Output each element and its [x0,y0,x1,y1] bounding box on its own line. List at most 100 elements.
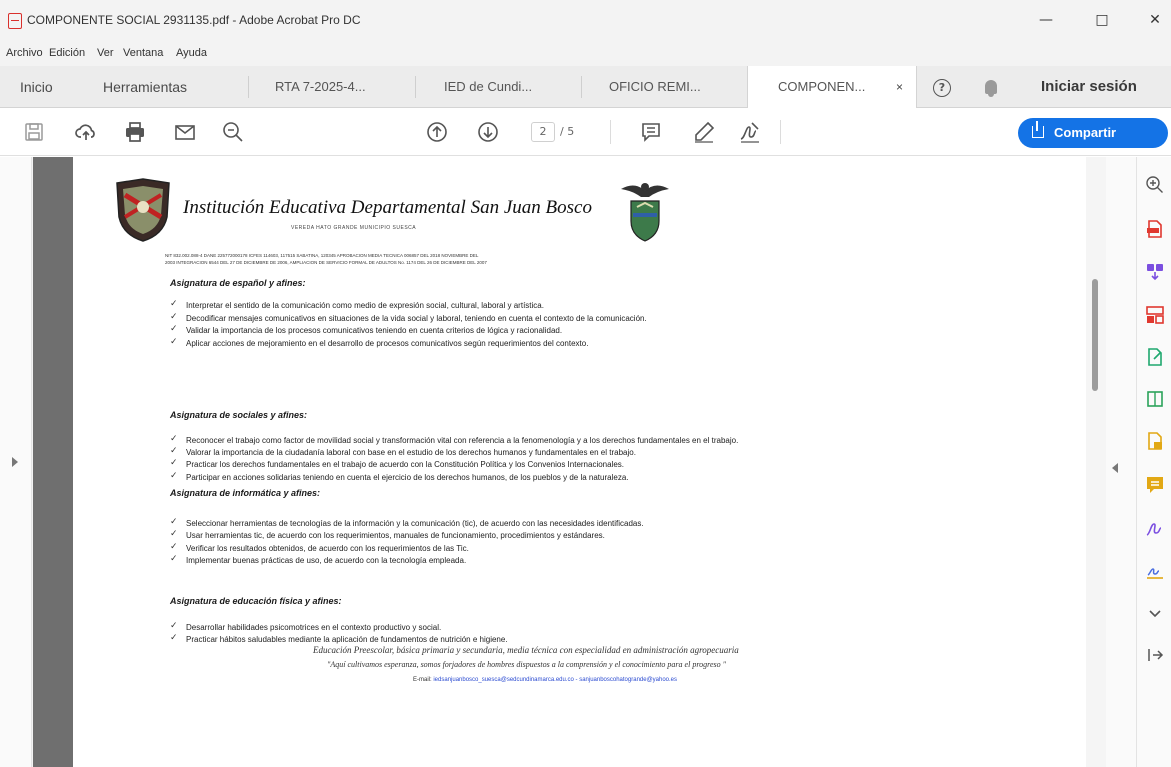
list-item: Usar herramientas tic, de acuerdo con lo… [186,531,605,540]
menu-ventana[interactable]: Ventana [123,47,163,59]
list-item: Participar en acciones solidarias tenien… [186,473,629,482]
vertical-scrollbar[interactable] [1086,157,1106,767]
institution-resolution-line-1: NIT 832.002.088-4 DANE 225772000178 ICFE… [165,253,479,258]
checkmark-icon: ✓ [170,312,178,322]
checkmark-icon: ✓ [170,324,178,334]
share-button-label: Compartir [1054,125,1117,140]
checkmark-icon: ✓ [170,517,178,527]
tab-doc-componente[interactable]: COMPONEN... × [747,66,917,109]
tab-divider [581,76,582,98]
tab-close-icon[interactable]: × [896,66,903,108]
tab-doc-componente-label: COMPONEN... [778,79,866,94]
print-icon[interactable] [123,120,147,144]
menu-bar: Archivo Edición Ver Ventana Ayuda [0,40,1171,66]
list-item: Reconocer el trabajo como factor de movi… [186,436,739,445]
tab-doc-oficio[interactable]: OFICIO REMI... [609,66,701,108]
sign-icon[interactable] [738,120,762,144]
protect-pdf-icon[interactable] [1145,431,1165,451]
list-item: Aplicar acciones de mejoramiento en el d… [186,339,589,348]
window-title: COMPONENTE SOCIAL 2931135.pdf - Adobe Ac… [27,13,361,27]
expand-left-panel-icon[interactable] [12,457,18,467]
institution-resolution-line-2: 2003 INTEGRACION 6544 DEL 27 DE DICIEMBR… [165,260,487,265]
cloud-upload-icon[interactable] [74,120,98,144]
comment-icon[interactable] [639,120,663,144]
email-icon[interactable] [173,120,197,144]
left-panel-collapsed[interactable] [0,157,32,767]
page-number-input[interactable]: 2 [531,122,555,142]
eagle-crest-logo [621,183,669,242]
share-icon [1032,121,1044,138]
institution-shield-logo [116,178,170,242]
share-button[interactable]: Compartir [1018,118,1168,148]
list-item: Implementar buenas prácticas de uso, de … [186,556,467,565]
previous-page-icon[interactable] [425,120,449,144]
checkmark-icon: ✓ [170,554,178,564]
collapse-sidebar-icon[interactable] [1145,645,1165,665]
list-item: Interpretar el sentido de la comunicació… [186,301,544,310]
maximize-button[interactable]: □ [1092,10,1112,30]
checkmark-icon: ✓ [170,633,178,643]
chevron-down-icon[interactable] [1145,603,1165,623]
checkmark-icon: ✓ [170,337,178,347]
footer-email-line: E-mail: iedsanjuanbosco_suesca@sedcundin… [413,677,677,683]
compress-pdf-icon[interactable] [1145,389,1165,409]
checkmark-icon: ✓ [170,471,178,481]
toolbar: 2 / 5 Compartir [0,108,1171,156]
edit-pdf-icon[interactable] [1145,347,1165,367]
tab-doc-rta[interactable]: RTA 7-2025-4... [275,66,366,108]
checkmark-icon: ✓ [170,446,178,456]
list-item: Decodificar mensajes comunicativos en si… [186,314,647,323]
collapse-right-panel-icon[interactable] [1112,463,1118,473]
menu-edicion[interactable]: Edición [49,47,85,59]
checkmark-icon: ✓ [170,529,178,539]
checkmark-icon: ✓ [170,621,178,631]
close-window-button[interactable]: ✕ [1145,10,1165,30]
tab-herramientas[interactable]: Herramientas [103,66,187,108]
list-item: Validar la importancia de los procesos c… [186,326,563,335]
menu-archivo[interactable]: Archivo [6,47,43,59]
toolbar-divider [780,120,781,144]
zoom-in-icon[interactable] [1145,175,1165,195]
request-signatures-icon[interactable] [1145,561,1165,581]
footer-motto: "Aquí cultivamos esperanza, somos forjad… [327,660,726,669]
next-page-icon[interactable] [476,120,500,144]
toolbar-divider [610,120,611,144]
tab-doc-ied[interactable]: IED de Cundi... [444,66,532,108]
footer-email-label: E-mail: [413,677,432,683]
institution-subtitle: VEREDA HATO GRANDE MUNICIPIO SUESCA [291,225,417,231]
document-viewport[interactable]: Institución Educativa Departamental San … [33,157,1095,767]
institution-name: Institución Educativa Departamental San … [183,197,592,218]
signin-button[interactable]: Iniciar sesión [1041,78,1137,95]
list-item: Valorar la importancia de la ciudadanía … [186,448,636,457]
section-heading-sociales: Asignatura de sociales y afines: [170,410,308,420]
footer-email-link[interactable]: iedsanjuanbosco_suesca@sedcundinamarca.e… [433,677,677,683]
page-total: / 5 [560,125,575,138]
list-item: Seleccionar herramientas de tecnologías … [186,519,644,528]
menu-ver[interactable]: Ver [97,47,114,59]
right-panel-toggle-area [1106,157,1136,767]
help-icon[interactable]: ? [933,79,951,97]
list-item: Practicar los derechos fundamentales en … [186,460,625,469]
pdf-app-icon [8,13,22,29]
fill-sign-icon[interactable] [1145,519,1165,539]
highlight-pen-icon[interactable] [692,120,716,144]
minimize-button[interactable]: — [1036,10,1056,30]
tab-inicio[interactable]: Inicio [20,66,53,108]
section-heading-educacion-fisica: Asignatura de educación física y afines: [170,596,342,606]
checkmark-icon: ✓ [170,458,178,468]
checkmark-icon: ✓ [170,542,178,552]
content-area: Institución Educativa Departamental San … [0,157,1171,767]
comment-tool-icon[interactable] [1145,475,1165,495]
combine-files-icon[interactable] [1145,261,1165,281]
checkmark-icon: ✓ [170,434,178,444]
tab-divider [248,76,249,98]
export-pdf-icon[interactable] [1145,219,1165,239]
notifications-bell-icon[interactable] [985,80,997,97]
scrollbar-thumb[interactable] [1092,279,1098,391]
zoom-out-icon[interactable] [221,120,245,144]
section-heading-espanol: Asignatura de español y afines: [170,278,306,288]
organize-pages-icon[interactable] [1145,305,1165,325]
save-icon[interactable] [22,120,46,144]
list-item: Practicar hábitos saludables mediante la… [186,635,508,644]
menu-ayuda[interactable]: Ayuda [176,47,207,59]
